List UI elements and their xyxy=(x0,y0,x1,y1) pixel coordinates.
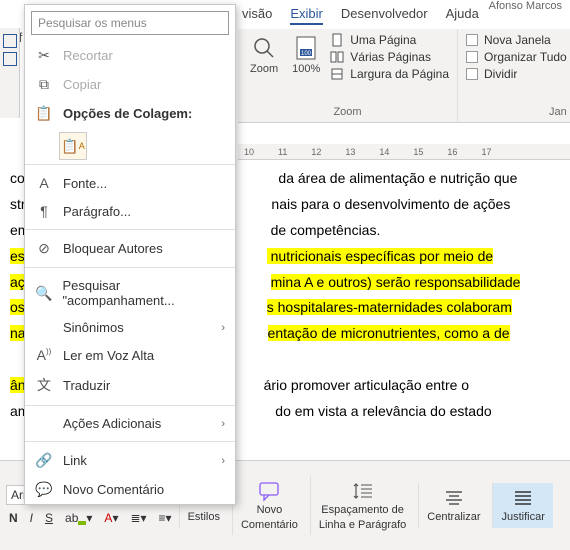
new-comment-item[interactable]: 💬Novo Comentário xyxy=(25,475,235,504)
multi-page-icon xyxy=(330,50,344,64)
new-window-button[interactable]: Nova Janela xyxy=(466,33,567,47)
horizontal-ruler: 10 11 12 13 14 15 16 17 xyxy=(238,144,570,160)
read-aloud-item[interactable]: A))Ler em Voz Alta xyxy=(25,341,235,369)
chevron-right-icon: › xyxy=(221,418,225,430)
menu-search-input[interactable]: Pesquisar os menus xyxy=(31,11,229,35)
zoom-100-button[interactable]: 100 100% xyxy=(288,33,324,81)
comment-icon xyxy=(258,480,280,502)
paste-options-heading: 📋Opções de Colagem: xyxy=(25,99,235,128)
translate-item[interactable]: 文Traduzir xyxy=(25,369,235,401)
organize-all-button[interactable]: Organizar Tudo xyxy=(466,50,567,64)
chevron-right-icon: › xyxy=(221,322,225,334)
bullets-button[interactable]: ≣▾ xyxy=(127,509,149,527)
svg-text:100: 100 xyxy=(301,51,312,57)
tab-desenvolvedor[interactable]: Desenvolvedor xyxy=(341,6,428,25)
smart-lookup-item[interactable]: 🔍Pesquisar "acompanhament... xyxy=(25,272,235,314)
chevron-right-icon: › xyxy=(221,455,225,467)
cut-item: ✂Recortar xyxy=(25,41,235,70)
checkbox-icon xyxy=(466,51,478,63)
tab-ajuda[interactable]: Ajuda xyxy=(446,6,479,25)
align-justify-icon xyxy=(512,487,534,509)
paragraph-icon: ¶ xyxy=(35,203,53,219)
paragraph-item[interactable]: ¶Parágrafo... xyxy=(25,197,235,225)
bold-button[interactable]: N xyxy=(6,509,21,527)
page-width-button[interactable]: Largura da Página xyxy=(330,67,449,81)
comment-icon: 💬 xyxy=(35,481,53,498)
tab-exibir[interactable]: Exibir xyxy=(290,6,323,25)
justify-button[interactable]: Justificar xyxy=(492,483,552,527)
align-center-icon xyxy=(443,487,465,509)
link-icon: 🔗 xyxy=(35,452,53,469)
nav-icon[interactable] xyxy=(3,52,17,66)
center-button[interactable]: Centralizar xyxy=(418,483,488,527)
underline-button[interactable]: S xyxy=(42,509,56,527)
tab-revisao[interactable]: visão xyxy=(242,6,272,25)
window-group: Nova Janela Organizar Tudo Dividir Jan xyxy=(458,29,570,122)
font-item[interactable]: AFonte... xyxy=(25,169,235,197)
italic-button[interactable]: I xyxy=(27,509,36,527)
nav-icon[interactable] xyxy=(3,34,17,48)
magnifier-icon xyxy=(251,35,277,61)
new-comment-button[interactable]: Novo Comentário xyxy=(232,476,306,534)
line-spacing-icon xyxy=(352,480,374,502)
window-group-label: Jan xyxy=(466,106,567,118)
one-page-button[interactable]: Uma Página xyxy=(330,33,449,47)
checkbox-icon xyxy=(466,34,478,46)
left-panel xyxy=(0,28,20,118)
font-icon: A xyxy=(35,175,53,191)
clipboard-icon: 📋 xyxy=(35,105,53,122)
copy-item: ⧉Copiar xyxy=(25,70,235,99)
user-label: Afonso Marcos xyxy=(489,0,562,12)
highlight-button[interactable]: ab▾ xyxy=(62,509,95,527)
one-page-icon xyxy=(330,33,344,47)
zoom-group-label: Zoom xyxy=(246,106,449,118)
zoom-group: Zoom 100 100% Uma Página Várias Páginas … xyxy=(238,29,458,122)
speaker-icon: A)) xyxy=(35,347,53,363)
block-icon: ⊘ xyxy=(35,240,53,257)
search-icon: 🔍 xyxy=(35,285,52,302)
ribbon: Zoom 100 100% Uma Página Várias Páginas … xyxy=(238,29,570,123)
paste-keep-text-button[interactable]: 📋A xyxy=(59,132,87,160)
font-color-button[interactable]: A▾ xyxy=(101,509,121,527)
numbering-button[interactable]: ≡▾ xyxy=(156,509,175,527)
multi-page-button[interactable]: Várias Páginas xyxy=(330,50,449,64)
link-item[interactable]: 🔗Link› xyxy=(25,446,235,475)
context-menu: Pesquisar os menus ✂Recortar ⧉Copiar 📋Op… xyxy=(24,4,236,505)
split-button[interactable]: Dividir xyxy=(466,67,567,81)
synonyms-item[interactable]: Sinônimos› xyxy=(25,314,235,341)
zoom-100-label: 100% xyxy=(292,63,320,75)
copy-icon: ⧉ xyxy=(35,76,53,93)
page-100-icon: 100 xyxy=(293,35,319,61)
block-authors-item[interactable]: ⊘Bloquear Autores xyxy=(25,234,235,263)
line-spacing-button[interactable]: Espaçamento de Linha e Parágrafo xyxy=(310,476,414,534)
zoom-button[interactable]: Zoom xyxy=(246,33,282,81)
translate-icon: 文 xyxy=(35,375,53,395)
zoom-label: Zoom xyxy=(250,63,278,75)
additional-actions-item[interactable]: Ações Adicionais› xyxy=(25,410,235,437)
scissors-icon: ✂ xyxy=(35,47,53,64)
page-width-icon xyxy=(330,67,344,81)
checkbox-icon xyxy=(466,68,478,80)
